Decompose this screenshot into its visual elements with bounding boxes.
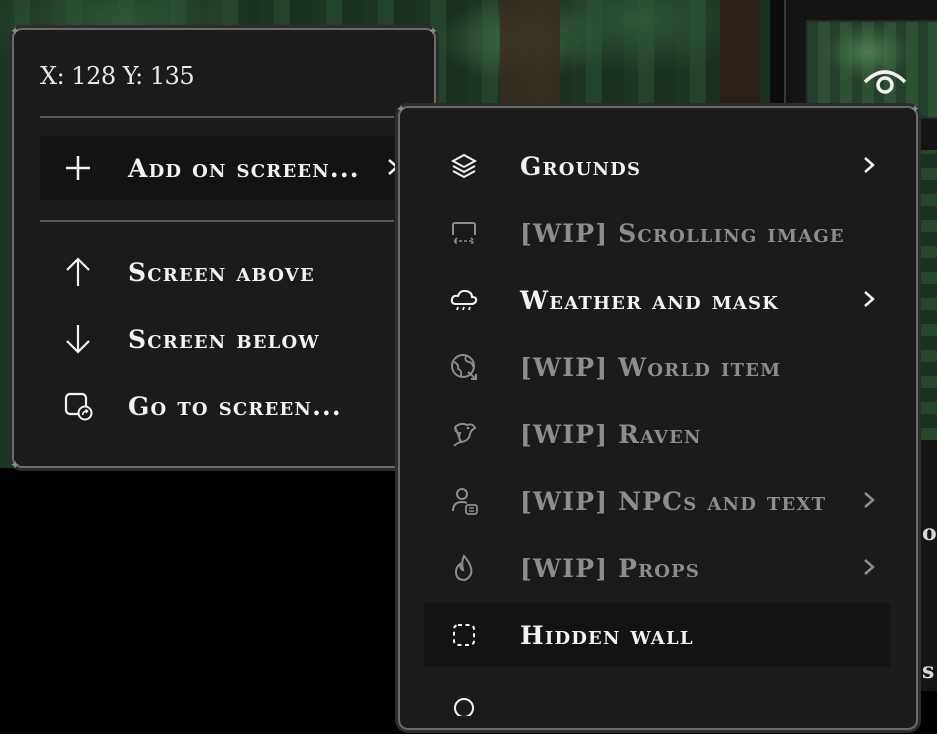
- screen-above-label: Screen above: [128, 257, 315, 287]
- chevron-right-icon: [862, 286, 876, 312]
- add-on-screen-submenu: ✦ ✦ Grounds [WIP] Scrolling image Weathe…: [396, 102, 921, 730]
- next-menu-item-partial[interactable]: [424, 670, 890, 734]
- partial-icon: [438, 688, 490, 716]
- npcs-and-text-menu-item[interactable]: [WIP] NPCs and text: [424, 469, 890, 533]
- dashed-square-icon: [438, 621, 490, 649]
- bird-icon: [438, 419, 490, 449]
- go-to-screen-label: Go to screen...: [128, 391, 342, 421]
- chevron-right-icon: [862, 554, 876, 580]
- props-label: [WIP] Props: [520, 553, 701, 583]
- go-to-screen-icon: [52, 391, 104, 421]
- tree-trunk: [720, 0, 760, 110]
- weather-and-mask-label: Weather and mask: [520, 285, 780, 315]
- screen-below-menu-item[interactable]: Screen below: [40, 307, 394, 371]
- add-on-screen-label: Add on screen...: [128, 153, 360, 183]
- grounds-menu-item[interactable]: Grounds: [424, 134, 890, 198]
- arrow-up-icon: [52, 256, 104, 288]
- scrolling-image-label: [WIP] Scrolling image: [520, 218, 845, 248]
- arrow-down-icon: [52, 323, 104, 355]
- clipped-text: s: [922, 658, 935, 684]
- tree-trunk: [500, 0, 560, 120]
- person-text-icon: [438, 486, 490, 516]
- screen-below-label: Screen below: [128, 324, 320, 354]
- corner-ornament: ✦: [10, 24, 21, 38]
- props-menu-item[interactable]: [WIP] Props: [424, 536, 890, 600]
- scrolling-image-menu-item[interactable]: [WIP] Scrolling image: [424, 201, 890, 265]
- layers-icon: [438, 152, 490, 180]
- corner-ornament: ✦: [10, 458, 21, 472]
- world-item-menu-item[interactable]: [WIP] World item: [424, 335, 890, 399]
- npcs-and-text-label: [WIP] NPCs and text: [520, 486, 827, 516]
- divider: [40, 116, 394, 118]
- corner-ornament: ✦: [428, 24, 439, 38]
- weather-and-mask-menu-item[interactable]: Weather and mask: [424, 268, 890, 332]
- chevron-right-icon: [862, 152, 876, 178]
- corner-ornament: ✦: [396, 102, 407, 116]
- go-to-screen-menu-item[interactable]: Go to screen...: [40, 374, 394, 438]
- context-menu: ✦ ✦ ✦ X: 128 Y: 135 Add on screen... Scr…: [10, 24, 439, 472]
- eye-icon[interactable]: [862, 66, 908, 98]
- divider: [40, 220, 394, 222]
- coordinates-readout: X: 128 Y: 135: [40, 62, 195, 90]
- corner-ornament: ✦: [910, 102, 921, 116]
- cloud-rain-icon: [438, 286, 490, 314]
- globe-icon: [438, 352, 490, 382]
- scroll-image-icon: [438, 219, 490, 247]
- world-item-label: [WIP] World item: [520, 352, 782, 382]
- flame-icon: [438, 553, 490, 583]
- add-on-screen-menu-item[interactable]: Add on screen...: [40, 136, 399, 200]
- hidden-wall-label: Hidden wall: [520, 620, 694, 650]
- raven-menu-item[interactable]: [WIP] Raven: [424, 402, 890, 466]
- hidden-wall-menu-item[interactable]: Hidden wall: [424, 603, 890, 667]
- clipped-text: o: [922, 520, 937, 546]
- grounds-label: Grounds: [520, 151, 642, 181]
- raven-label: [WIP] Raven: [520, 419, 702, 449]
- chevron-right-icon: [862, 487, 876, 513]
- screen-above-menu-item[interactable]: Screen above: [40, 240, 394, 304]
- plus-icon: [52, 154, 104, 182]
